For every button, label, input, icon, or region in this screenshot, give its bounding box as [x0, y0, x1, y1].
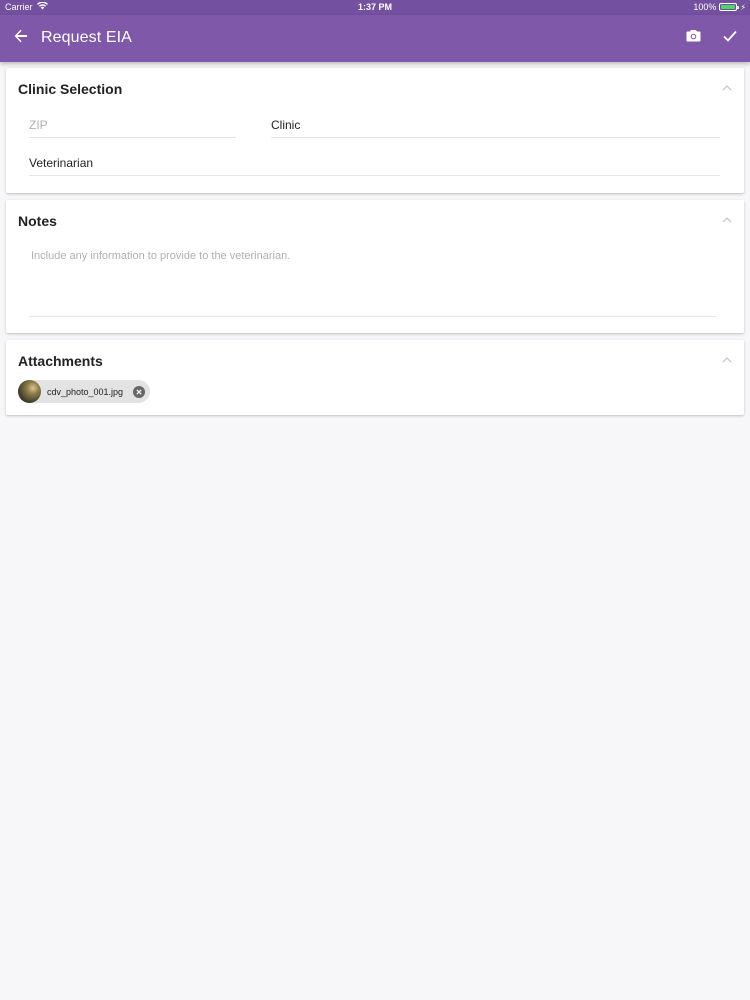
check-icon [723, 29, 737, 47]
notes-card: Notes Include any information to provide… [6, 200, 744, 333]
chevron-up-icon[interactable] [720, 213, 734, 227]
attachments-card: Attachments cdv_photo_001.jpg [6, 340, 744, 415]
veterinarian-value: Veterinarian [29, 156, 94, 170]
camera-button[interactable] [680, 25, 706, 51]
page-title: Request EIA [41, 29, 132, 46]
back-arrow-icon [13, 28, 29, 49]
veterinarian-field[interactable]: Veterinarian [29, 156, 720, 176]
battery-icon [719, 3, 740, 11]
notes-input[interactable]: Include any information to provide to th… [29, 250, 716, 317]
clinic-selection-card: Clinic Selection ZIP Clinic Veterinarian [6, 68, 744, 193]
attachments-title: Attachments [18, 353, 103, 369]
status-right: 100% ⚡ [693, 2, 746, 12]
attachment-filename: cdv_photo_001.jpg [47, 386, 124, 397]
notes-placeholder: Include any information to provide to th… [31, 250, 291, 262]
chevron-up-icon[interactable] [720, 353, 734, 367]
attachment-thumbnail [18, 380, 41, 403]
chevron-up-icon[interactable] [720, 81, 734, 95]
battery-fill [721, 5, 736, 9]
clinic-value: Clinic [271, 118, 301, 132]
app-bar: Request EIA [0, 15, 750, 62]
attachment-chip[interactable]: cdv_photo_001.jpg [18, 380, 150, 403]
back-button[interactable] [8, 25, 34, 51]
charging-icon: ⚡ [740, 2, 746, 12]
submit-button[interactable] [717, 25, 743, 51]
notes-title: Notes [18, 213, 57, 229]
camera-icon [686, 29, 701, 47]
clinic-selection-title: Clinic Selection [18, 81, 123, 97]
remove-attachment-icon[interactable] [133, 385, 145, 398]
zip-field[interactable]: ZIP [29, 118, 236, 138]
status-time: 1:37 PM [357, 2, 392, 12]
zip-placeholder: ZIP [29, 118, 48, 132]
status-bar: Carrier 1:37 PM 100% ⚡ [0, 0, 750, 15]
battery-percent: 100% [693, 2, 717, 12]
clinic-field[interactable]: Clinic [271, 118, 720, 138]
